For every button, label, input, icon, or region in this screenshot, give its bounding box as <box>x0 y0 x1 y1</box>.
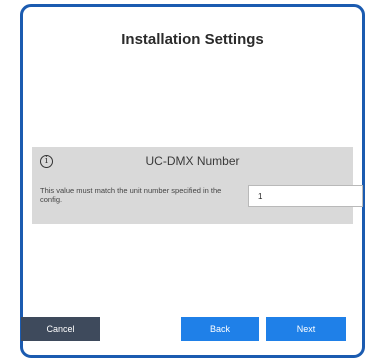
cancel-button[interactable]: Cancel <box>21 317 100 341</box>
next-button[interactable]: Next <box>266 317 346 341</box>
back-button[interactable]: Back <box>181 317 259 341</box>
installation-dialog: Installation Settings i UC-DMX Number Th… <box>20 4 365 358</box>
dialog-title: Installation Settings <box>121 31 264 48</box>
setting-title: UC-DMX Number <box>145 154 240 168</box>
uc-dmx-number-input[interactable] <box>248 185 363 207</box>
setting-description: This value must match the unit number sp… <box>40 186 222 204</box>
setting-panel: i UC-DMX Number This value must match th… <box>32 147 363 224</box>
